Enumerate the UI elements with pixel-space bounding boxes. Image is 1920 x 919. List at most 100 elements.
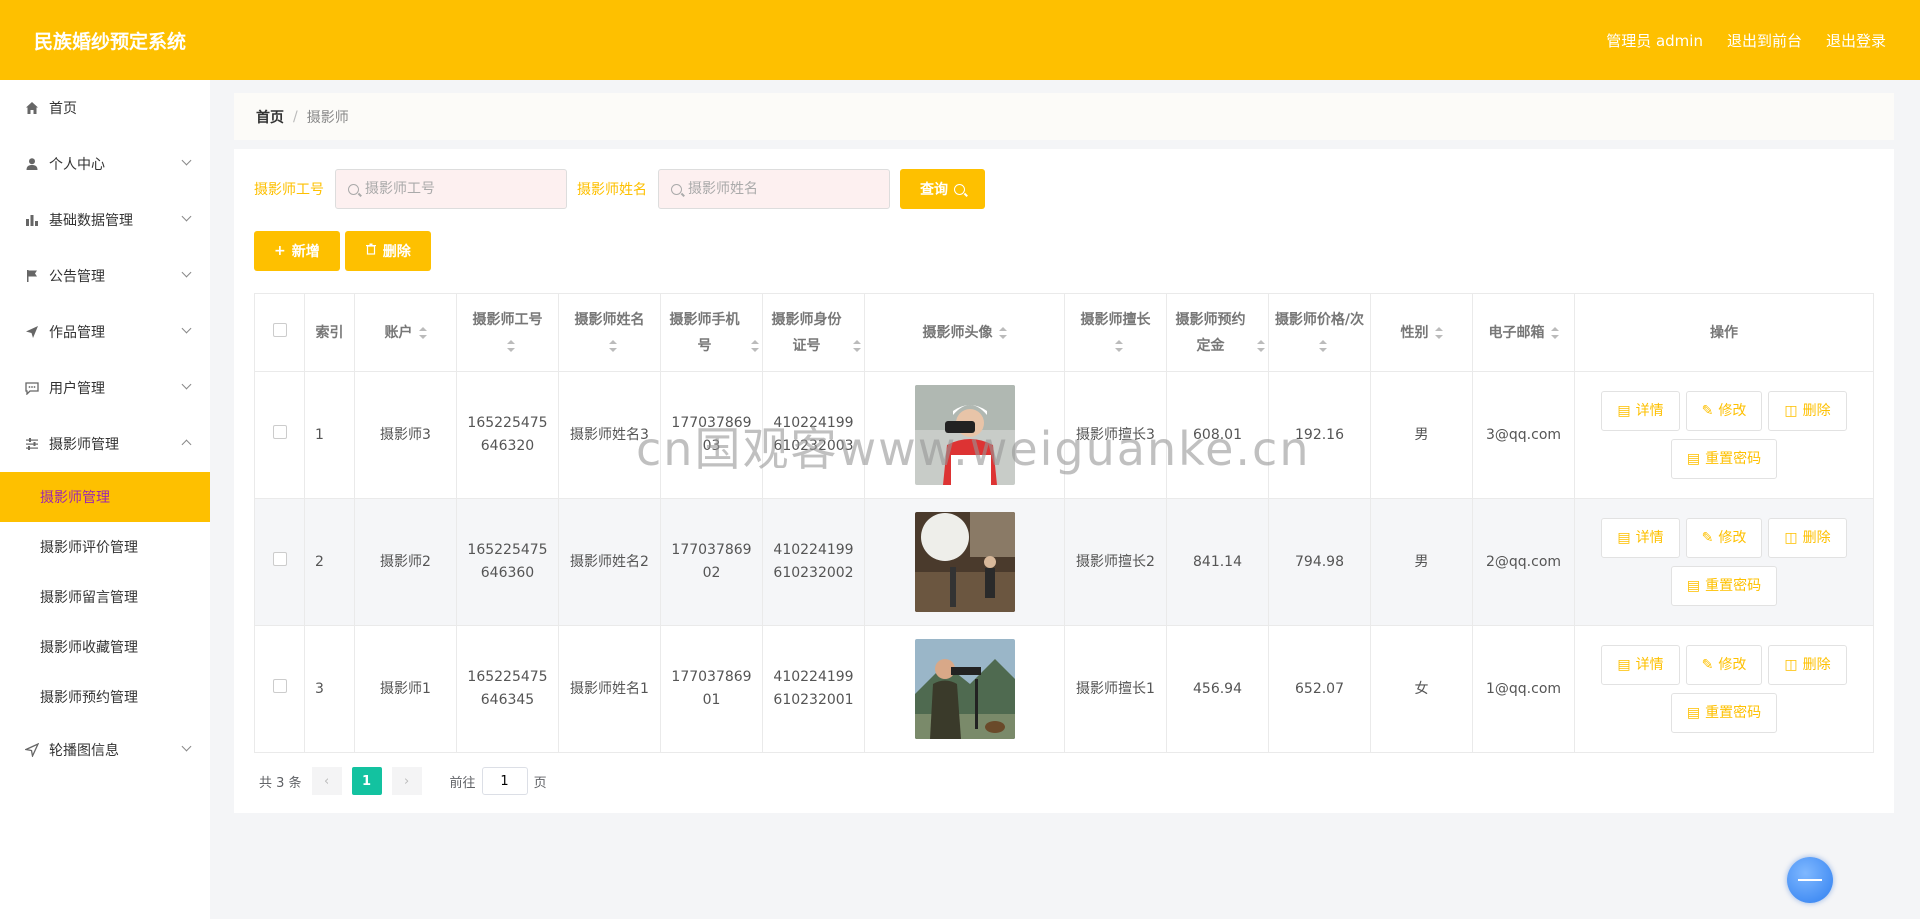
goto-page-input[interactable] [481,767,528,795]
col-header[interactable]: 摄影师姓名 [558,293,661,372]
sidebar-item-works[interactable]: 作品管理 [0,304,210,360]
sidebar-item-basic-data[interactable]: 基础数据管理 [0,192,210,248]
document-icon: ▤ [1617,402,1631,419]
edit-button[interactable]: ✎ 修改 [1685,645,1763,685]
sort-icon[interactable] [608,339,617,352]
row-checkbox[interactable] [272,678,287,693]
row-checkbox[interactable] [272,551,287,566]
breadcrumb: 首页 / 摄影师 [234,93,1894,140]
name-label: 摄影师姓名 [577,182,647,198]
reset-password-button[interactable]: ▤ 重置密码 [1670,693,1778,733]
job-no-label: 摄影师工号 [254,182,324,198]
row-select-cell [254,371,305,499]
edit-button[interactable]: ✎ 修改 [1685,518,1763,558]
admin-user-link[interactable]: 管理员 admin [1606,30,1703,51]
specialty-cell: 摄影师擅长1 [1064,625,1167,753]
sidebar-item-carousel[interactable]: 轮播图信息 [0,722,210,778]
back-to-front-link[interactable]: 退出到前台 [1727,30,1802,51]
sidebar-subitem-photographer-reviews[interactable]: 摄影师评价管理 [0,522,210,572]
detail-button[interactable]: ▤ 详情 [1601,645,1680,685]
page-number-current[interactable]: 1 [351,767,382,795]
name-input[interactable] [688,181,878,197]
job-no-input[interactable] [365,181,555,197]
sidebar-subitem-photographer-messages[interactable]: 摄影师留言管理 [0,572,210,622]
sliders-icon [24,436,40,452]
col-header[interactable]: 性别 [1370,293,1473,372]
sidebar-item-label: 用户管理 [49,381,105,397]
sidebar-item-profile[interactable]: 个人中心 [0,136,210,192]
chat-icon [24,380,40,396]
sort-icon[interactable] [1256,339,1265,352]
trash-icon [365,243,377,259]
sidebar-subitem-photographer-favorites[interactable]: 摄影师收藏管理 [0,622,210,672]
sidebar-item-home[interactable]: 首页 [0,80,210,136]
sidebar: 首页 个人中心 基础数据管理 公告管理 作品管理 用户管理 摄影师管理 摄影师管… [0,80,210,919]
send-icon [24,324,40,340]
sidebar-item-announcement[interactable]: 公告管理 [0,248,210,304]
delete-button[interactable]: 删除 [344,231,431,271]
sort-icon[interactable] [1114,339,1123,352]
sort-icon[interactable] [506,339,515,352]
trash-icon: ◫ [1784,656,1798,673]
col-header[interactable]: 摄影师价格/次 [1268,293,1371,372]
specialty-cell: 摄影师擅长3 [1064,371,1167,499]
sort-icon[interactable] [1434,326,1443,339]
breadcrumb-home[interactable]: 首页 [256,107,284,127]
floating-assistant-button[interactable] [1787,857,1833,903]
delete-row-button[interactable]: ◫ 删除 [1768,391,1847,431]
sort-icon[interactable] [852,339,861,352]
operations-cell: ▤ 详情 ✎ 修改 ◫ 删除 ▤ 重置密码 [1574,371,1874,499]
sidebar-item-users[interactable]: 用户管理 [0,360,210,416]
delete-row-button[interactable]: ◫ 删除 [1768,518,1847,558]
edit-icon: ✎ [1701,656,1714,673]
detail-button[interactable]: ▤ 详情 [1601,518,1680,558]
table-row: 1 摄影师3 165225475646320 摄影师姓名3 1770378690… [254,371,1874,499]
job-no-field[interactable] [335,169,567,209]
col-header[interactable]: 摄影师预约定金 [1166,293,1269,372]
sidebar-item-label: 个人中心 [49,157,105,173]
index-cell: 3 [304,625,355,753]
sort-icon[interactable] [418,326,427,339]
detail-button[interactable]: ▤ 详情 [1601,391,1680,431]
delete-row-button[interactable]: ◫ 删除 [1768,645,1847,685]
name-cell: 摄影师姓名3 [558,371,661,499]
col-header[interactable]: 摄影师擅长 [1064,293,1167,372]
query-button[interactable]: 查询 [900,169,985,209]
sidebar-subitem-photographer-bookings[interactable]: 摄影师预约管理 [0,672,210,722]
col-header[interactable]: 摄影师工号 [456,293,559,372]
name-field[interactable] [658,169,890,209]
trash-icon: ◫ [1784,402,1798,419]
row-select-cell [254,625,305,753]
prev-page-button[interactable]: ‹ [311,767,342,795]
phone-cell: 17703786903 [660,371,763,499]
sidebar-subitem-photographer-manage[interactable]: 摄影师管理 [0,472,210,522]
photographer-avatar-image [914,385,1015,485]
col-header[interactable]: 电子邮箱 [1472,293,1575,372]
col-header[interactable]: 摄影师头像 [864,293,1065,372]
col-header[interactable]: 摄影师手机号 [660,293,763,372]
account-cell: 摄影师1 [354,625,457,753]
next-page-button[interactable]: › [391,767,422,795]
select-all-checkbox[interactable] [272,322,287,337]
sort-icon[interactable] [1318,339,1327,352]
name-cell: 摄影师姓名2 [558,498,661,626]
row-checkbox[interactable] [272,424,287,439]
col-header[interactable]: 账户 [354,293,457,372]
logout-link[interactable]: 退出登录 [1826,30,1886,51]
document-icon: ▤ [1617,656,1631,673]
deposit-cell: 456.94 [1166,625,1269,753]
id-card-cell: 410224199610232003 [762,371,865,499]
reset-password-button[interactable]: ▤ 重置密码 [1670,566,1778,606]
sort-icon[interactable] [750,339,759,352]
add-button[interactable]: + 新增 [254,231,340,271]
reset-password-button[interactable]: ▤ 重置密码 [1670,439,1778,479]
index-cell: 2 [304,498,355,626]
sort-icon[interactable] [998,326,1007,339]
breadcrumb-separator: / [293,108,298,125]
delete-label: 删除 [382,244,411,260]
col-header[interactable]: 摄影师身份证号 [762,293,865,372]
search-form: 摄影师工号 摄影师姓名 查询 [254,169,1874,209]
sidebar-item-photographers[interactable]: 摄影师管理 [0,416,210,472]
sort-icon[interactable] [1550,326,1559,339]
edit-button[interactable]: ✎ 修改 [1685,391,1763,431]
